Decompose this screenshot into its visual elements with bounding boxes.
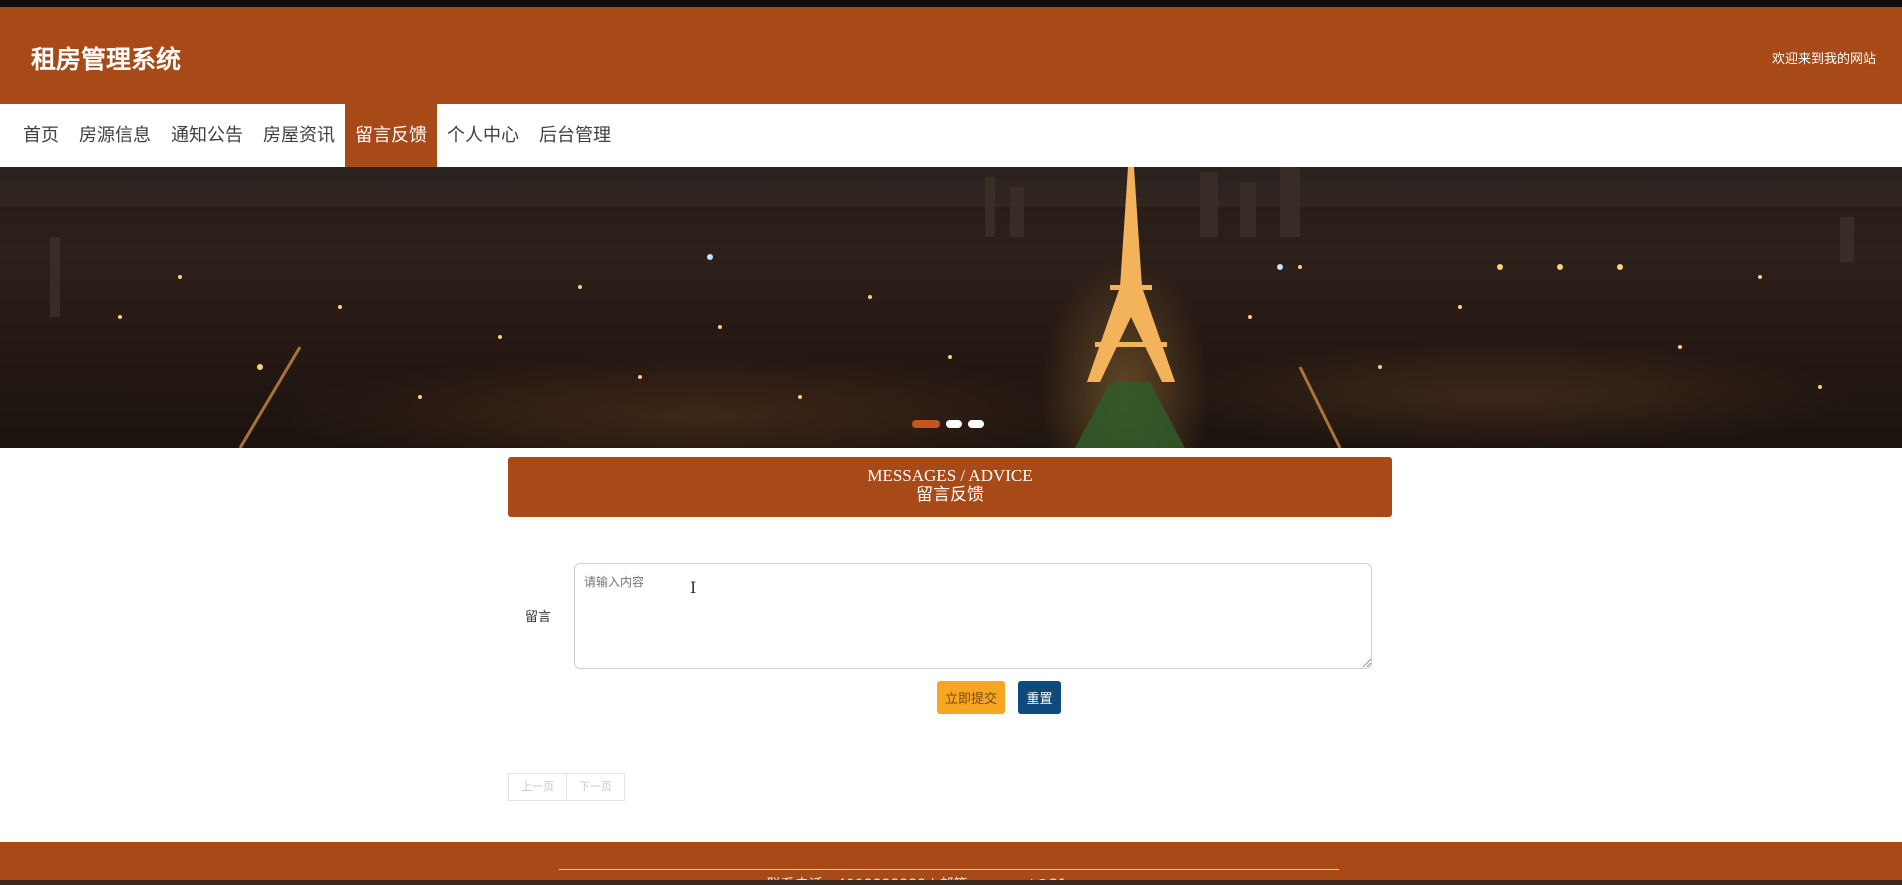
city-night-image: [0, 167, 1902, 448]
section-header: MESSAGES / ADVICE 留言反馈: [508, 457, 1392, 517]
nav-item-notices[interactable]: 通知公告: [161, 104, 253, 167]
carousel-dot[interactable]: [912, 420, 940, 428]
nav-item-feedback[interactable]: 留言反馈: [345, 104, 437, 167]
banner-carousel[interactable]: [0, 167, 1902, 448]
pagination: 上一页 下一页: [508, 773, 625, 801]
footer-divider: [559, 869, 1339, 870]
welcome-text: 欢迎来到我的网站: [1771, 52, 1876, 67]
top-window-strip: [0, 0, 1902, 7]
nav-item-admin[interactable]: 后台管理: [529, 104, 621, 167]
nav-item-profile[interactable]: 个人中心: [437, 104, 529, 167]
nav-item-home[interactable]: 首页: [13, 104, 69, 167]
resize-grip-icon[interactable]: [1362, 658, 1371, 667]
nav-item-listings[interactable]: 房源信息: [69, 104, 161, 167]
nav-item-news[interactable]: 房屋资讯: [253, 104, 345, 167]
site-footer: 联系电话：4008888888 | 邮箱：support@21cwxy.com: [0, 842, 1902, 885]
text-cursor-icon: I: [690, 578, 697, 597]
message-label: 留言: [525, 610, 552, 625]
section-title-cn: 留言反馈: [916, 485, 984, 504]
site-title: 租房管理系统: [31, 45, 182, 74]
carousel-dot[interactable]: [946, 420, 962, 428]
main-nav: 首页 房源信息 通知公告 房屋资讯 留言反馈 个人中心 后台管理: [0, 104, 1902, 167]
prev-page-button[interactable]: 上一页: [508, 773, 567, 801]
section-title-en: MESSAGES / ADVICE: [867, 466, 1033, 485]
carousel-dot[interactable]: [968, 420, 984, 428]
site-header: 租房管理系统 欢迎来到我的网站: [0, 7, 1902, 104]
reset-button[interactable]: 重置: [1018, 681, 1061, 714]
next-page-button[interactable]: 下一页: [567, 773, 625, 801]
bottom-window-strip: [0, 880, 1902, 885]
carousel-dots: [912, 420, 984, 428]
submit-button[interactable]: 立即提交: [937, 681, 1005, 714]
